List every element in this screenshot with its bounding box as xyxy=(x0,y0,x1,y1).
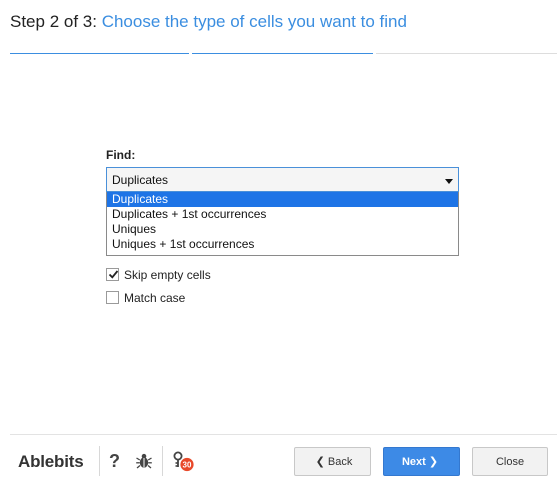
next-button-label: Next xyxy=(401,455,426,468)
find-select[interactable]: Duplicates xyxy=(106,167,459,192)
progress-step-3 xyxy=(376,53,557,54)
badge-count: 30 xyxy=(183,461,192,470)
dropdown-option-duplicates[interactable]: Duplicates xyxy=(107,192,458,207)
back-button-label: Back xyxy=(327,455,353,468)
next-button[interactable]: Next ❯ xyxy=(383,447,460,476)
match-case-checkbox[interactable] xyxy=(106,291,119,304)
find-select-value: Duplicates xyxy=(112,173,169,187)
progress-step-1 xyxy=(10,53,189,54)
checkmark-icon xyxy=(108,270,119,279)
question-mark-icon[interactable]: ? xyxy=(109,451,120,472)
chevron-left-icon: ❮ xyxy=(315,456,325,468)
wizard-header: Step 2 of 3: Choose the type of cells yo… xyxy=(10,12,407,32)
page-title: Choose the type of cells you want to fin… xyxy=(101,12,407,31)
match-case-label: Match case xyxy=(124,291,186,305)
close-button[interactable]: Close xyxy=(472,447,548,476)
progress-step-2 xyxy=(192,53,373,54)
step-indicator: Step 2 of 3: xyxy=(10,12,97,31)
dropdown-option-uniques-first[interactable]: Uniques + 1st occurrences xyxy=(107,237,458,252)
bug-icon[interactable] xyxy=(135,452,153,470)
skip-empty-label: Skip empty cells xyxy=(124,268,211,282)
find-dropdown-list[interactable]: Duplicates Duplicates + 1st occurrences … xyxy=(106,192,459,256)
footer-divider xyxy=(10,434,557,435)
key-badge-icon[interactable]: 30 xyxy=(171,450,195,472)
footer-separator xyxy=(162,446,163,476)
step-progress-bar xyxy=(10,52,557,55)
footer-separator xyxy=(99,446,100,476)
dropdown-option-duplicates-first[interactable]: Duplicates + 1st occurrences xyxy=(107,207,458,222)
brand-logo: Ablebits xyxy=(18,452,84,471)
back-button[interactable]: ❮ Back xyxy=(294,447,371,476)
caret-down-icon xyxy=(445,179,453,184)
dropdown-option-uniques[interactable]: Uniques xyxy=(107,222,458,237)
close-button-label: Close xyxy=(495,455,525,468)
chevron-right-icon: ❯ xyxy=(428,456,439,468)
skip-empty-checkbox[interactable] xyxy=(106,268,119,281)
find-label: Find: xyxy=(106,148,136,162)
